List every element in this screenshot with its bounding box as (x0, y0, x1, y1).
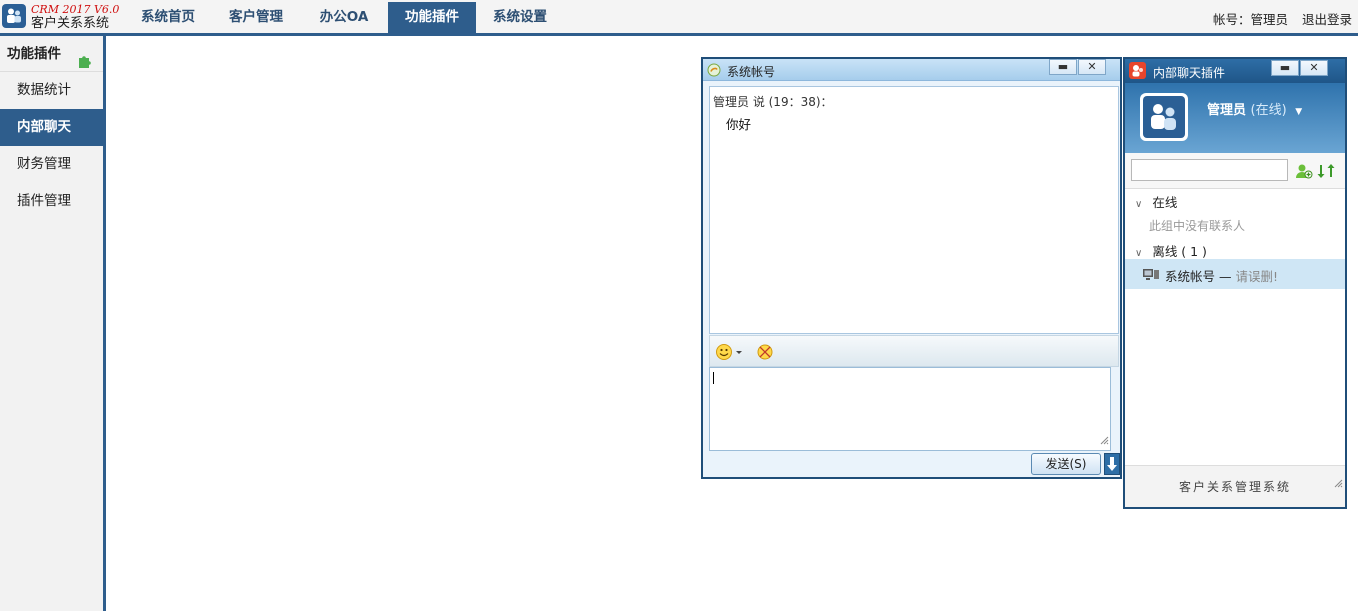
group-empty-note: 此组中没有联系人 (1149, 219, 1246, 233)
sidebar-item-internal-chat[interactable]: 内部聊天 (0, 109, 103, 146)
chevron-down-icon: ▼ (1295, 107, 1303, 117)
send-button[interactable]: 发送(S) (1031, 453, 1101, 475)
message-header: 管理员 说 (19：38)： (713, 95, 833, 109)
text-caret (713, 372, 714, 384)
contact-dash: — (1219, 269, 1232, 284)
resize-grip-icon[interactable] (1334, 463, 1343, 505)
contact-search-input[interactable] (1131, 159, 1288, 181)
minimize-button[interactable]: ▬ (1049, 59, 1077, 75)
app-name: 客户关系系统 (31, 16, 110, 31)
group-offline[interactable]: ∨ 离线 ( 1 ) (1135, 241, 1207, 260)
chat-plugin-panel: 内部聊天插件 ▬ ✕ 管理员 (在线) ▼ ∨ 在线 此组中没有联系人 ∨ 离线… (1123, 57, 1347, 509)
plugin-app-icon (1129, 62, 1146, 79)
sidebar-title: 功能插件 (0, 36, 103, 72)
online-status: (在线) (1250, 103, 1287, 118)
message-body: 你好 (726, 117, 752, 132)
chat-toolbar (709, 335, 1119, 367)
emoji-icon[interactable] (715, 343, 745, 365)
contact-note: 请误删! (1235, 269, 1279, 284)
app-version: CRM 2017 V6.0 (31, 3, 120, 16)
close-button[interactable]: ✕ (1078, 59, 1106, 75)
contact-row[interactable]: 系统帐号 — 请误删! (1125, 259, 1345, 289)
group-online[interactable]: ∨ 在线 (1135, 192, 1177, 211)
sidebar-item-finance[interactable]: 财务管理 (0, 146, 103, 183)
sidebar-title-label: 功能插件 (7, 46, 61, 62)
panel-user-name: 管理员 (1207, 103, 1247, 118)
panel-close-button[interactable]: ✕ (1300, 60, 1328, 76)
close-icon: ✕ (1087, 60, 1097, 73)
computer-icon (1143, 268, 1159, 284)
sort-icon[interactable] (1317, 163, 1337, 183)
panel-controls: ▬ ✕ (1271, 60, 1328, 76)
panel-user-header: 管理员 (在线) ▼ (1125, 83, 1345, 153)
panel-title: 内部聊天插件 (1153, 66, 1226, 80)
panel-minimize-button[interactable]: ▬ (1271, 60, 1299, 76)
chat-app-icon (707, 63, 721, 81)
puzzle-icon (77, 47, 93, 83)
panel-footer: 客户关系管理系统 (1125, 465, 1345, 507)
nav-office-oa[interactable]: 办公OA (300, 2, 388, 33)
panel-titlebar[interactable]: 内部聊天插件 ▬ ✕ (1125, 59, 1345, 83)
nav-customer[interactable]: 客户管理 (212, 2, 300, 33)
nav-home[interactable]: 系统首页 (124, 2, 212, 33)
screenshot-icon[interactable] (756, 343, 774, 365)
top-bar: CRM 2017 V6.0 客户关系系统 系统首页 客户管理 办公OA 功能插件… (0, 0, 1358, 36)
app-logo-icon (2, 4, 26, 28)
add-contact-icon[interactable] (1295, 163, 1313, 183)
arrow-down-icon (1107, 457, 1117, 471)
chevron-down-icon: ∨ (1135, 199, 1143, 210)
contact-name: 系统帐号 — 请误删! (1165, 266, 1278, 285)
minimize-icon: ▬ (1057, 60, 1069, 73)
send-options-button[interactable] (1104, 453, 1120, 475)
group-online-label: 在线 (1152, 195, 1178, 210)
minimize-icon: ▬ (1279, 61, 1291, 74)
chat-history[interactable]: 管理员 说 (19：38)： 你好 (709, 86, 1119, 334)
chat-window-title: 系统帐号 (727, 65, 776, 79)
main-nav: 系统首页 客户管理 办公OA 功能插件 系统设置 (124, 2, 564, 33)
close-icon: ✕ (1309, 61, 1319, 74)
chat-window: 系统帐号 ▬ ✕ 管理员 说 (19：38)： 你好 发送(S) (701, 57, 1122, 479)
message-input[interactable] (709, 367, 1111, 451)
user-info: 帐号：管理员 退出登录 (1213, 9, 1352, 28)
sidebar: 功能插件 数据统计 内部聊天 财务管理 插件管理 (0, 36, 106, 611)
group-offline-label: 离线 ( 1 ) (1152, 244, 1207, 259)
nav-settings[interactable]: 系统设置 (476, 2, 564, 33)
contact-name-label: 系统帐号 (1165, 269, 1216, 284)
chevron-down-icon: ∨ (1135, 248, 1143, 259)
sidebar-item-plugin-manage[interactable]: 插件管理 (0, 183, 103, 220)
panel-user-status[interactable]: 管理员 (在线) ▼ (1207, 99, 1302, 118)
user-avatar-icon (1143, 96, 1185, 138)
avatar[interactable] (1140, 93, 1188, 141)
logout-link[interactable]: 退出登录 (1302, 12, 1352, 27)
chat-window-controls: ▬ ✕ (1049, 59, 1106, 75)
chat-window-titlebar[interactable]: 系统帐号 ▬ ✕ (703, 59, 1120, 81)
account-label: 帐号：管理员 (1212, 12, 1288, 27)
contact-search-bar (1125, 153, 1345, 189)
nav-plugins[interactable]: 功能插件 (388, 2, 476, 33)
panel-footer-label: 客户关系管理系统 (1178, 480, 1291, 494)
resize-grip-icon[interactable] (1100, 434, 1109, 449)
